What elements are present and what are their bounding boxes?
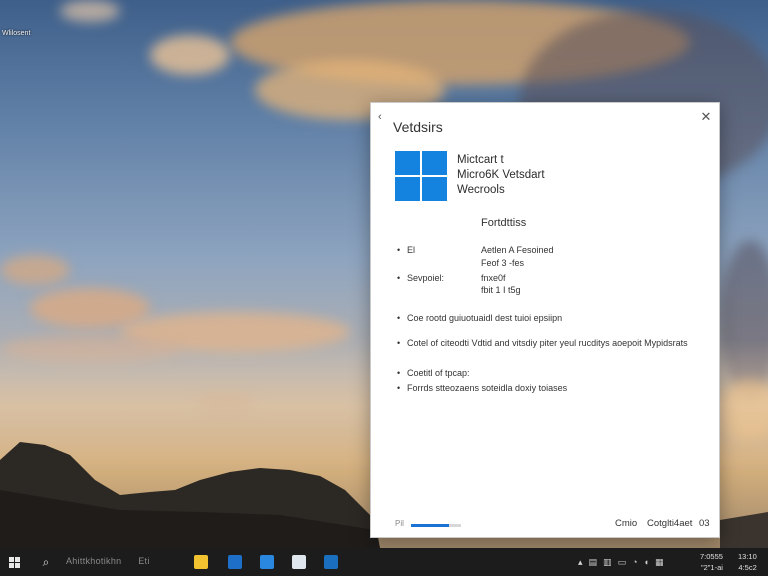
notification-icon[interactable]: ▦ [655, 557, 664, 568]
file-explorer-icon[interactable] [190, 548, 212, 576]
battery-icon[interactable]: ▭ [618, 557, 627, 568]
bullet: • [397, 313, 401, 323]
bullet: • [397, 383, 401, 393]
note-text: Forrds stteozaens soteidla doxiy toiases [407, 383, 568, 393]
search-extra: Eti [138, 556, 150, 566]
app-icon[interactable] [256, 548, 278, 576]
info-row: • El Aetlen A Fesoined [397, 245, 697, 257]
clock-time: 7:0555 [700, 552, 723, 561]
network-icon[interactable]: ▤ [589, 557, 598, 568]
bullet: • [397, 273, 401, 283]
app-icon[interactable] [320, 548, 342, 576]
taskbar: ⌕ Ahittkhotikhn Eti ▴ ▤ ▥ ▭ ◔ ◖ ▦ 7:0555… [0, 548, 768, 576]
chevron-up-icon[interactable]: ▴ [578, 557, 583, 568]
info-key: Sevpoiel: [407, 273, 445, 283]
primary-button[interactable]: Cmio [615, 518, 637, 529]
store-icon[interactable] [288, 548, 310, 576]
clock-time: 13:10 [738, 552, 757, 561]
info-key: El [407, 245, 416, 255]
system-tray: ▴ ▤ ▥ ▭ ◔ ◖ ▦ [578, 548, 663, 576]
desktop: Wlilosent ‹ Vetdsirs ✕ Mictcart t Micro6… [0, 0, 768, 576]
search-icon[interactable]: ⌕ [36, 548, 56, 576]
info-value: Aetlen A Fesoined [481, 245, 554, 255]
progress-fill [411, 524, 449, 527]
close-icon[interactable]: ✕ [697, 108, 715, 126]
back-icon[interactable]: ‹ [378, 111, 382, 123]
desktop-icon-label[interactable]: Wlilosent [2, 30, 30, 37]
product-line: Wecrools [457, 184, 505, 196]
info-subvalue: Feof 3 -fes [481, 258, 525, 268]
note-text: Coe rootd guiuotuaidl dest tuioi epsiipn [407, 313, 563, 323]
note-text: Cotel of citeodti Vdtid and vitsdiy pite… [407, 338, 688, 348]
info-value: fnxe0f [481, 273, 506, 283]
info-subvalue: fbit 1 I t5g [481, 285, 521, 295]
cloud [60, 0, 120, 22]
wifi-icon[interactable]: ◔ [632, 557, 637, 567]
progress-bar [411, 524, 461, 527]
section-title: Fortdttiss [481, 217, 527, 229]
clock-secondary[interactable]: 13:10 4:5c2 [738, 551, 757, 573]
footer-label: Pil [395, 519, 404, 528]
bullet: • [397, 245, 401, 255]
third-button[interactable]: 03 [699, 518, 710, 529]
note-text: Coetitl of tpcap: [407, 368, 470, 378]
product-name-block: Mictcart t Micro6K Vetsdart Wecrools [457, 153, 545, 198]
clock-date: "2"1-ai [700, 563, 723, 572]
bullet: • [397, 338, 401, 348]
cloud [0, 255, 70, 285]
bullet: • [397, 368, 401, 378]
about-dialog: ‹ Vetdsirs ✕ Mictcart t Micro6K Vetsdart… [370, 102, 720, 538]
product-line: Micro6K Vetsdart [457, 169, 545, 181]
clock[interactable]: 7:0555 "2"1-ai [700, 551, 723, 573]
info-row: • Sevpoiel: fnxe0f [397, 273, 697, 285]
search-placeholder: Ahittkhotikhn [66, 556, 122, 566]
dialog-title: Vetdsirs [393, 119, 443, 135]
clock-date: 4:5c2 [738, 563, 757, 572]
volume-icon[interactable]: ◖ [644, 557, 649, 567]
app-icon[interactable] [224, 548, 246, 576]
cloud [150, 35, 230, 75]
start-icon[interactable] [4, 548, 24, 576]
taskbar-search-box[interactable]: Ahittkhotikhn Eti [66, 556, 150, 566]
windows-logo-icon [395, 151, 447, 201]
secondary-button[interactable]: Cotglti4aet [647, 518, 692, 529]
speaker-icon[interactable]: ▥ [603, 557, 612, 568]
product-line: Mictcart t [457, 154, 504, 166]
